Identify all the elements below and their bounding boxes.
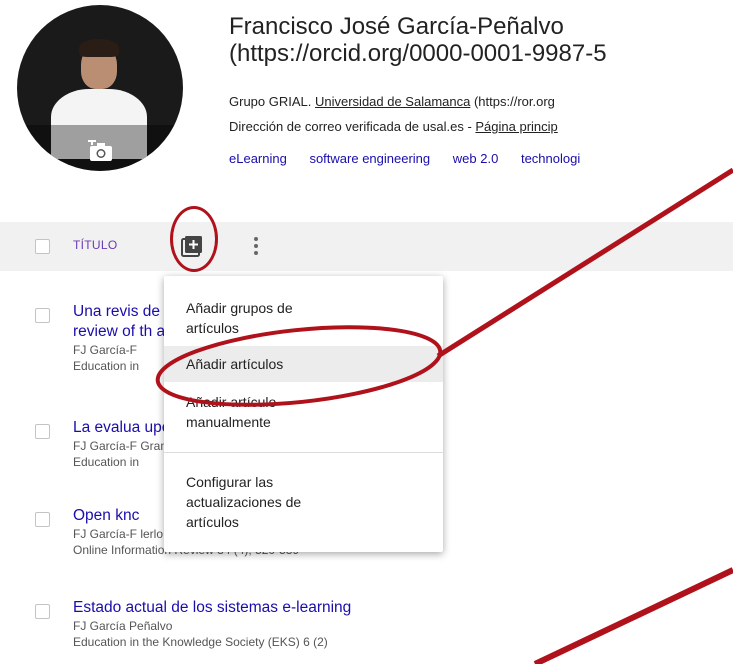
profile-name: Francisco José García-Peñalvo (https://o… xyxy=(229,13,607,67)
profile-name-line1: Francisco José García-Peñalvo xyxy=(229,13,564,40)
article-venue-4: Education in the Knowledge Society (EKS)… xyxy=(73,635,328,649)
menu-item-configure-updates-line3: artículos xyxy=(186,514,239,530)
menu-item-configure-updates-line1: Configurar las xyxy=(186,474,274,490)
homepage-link[interactable]: Página princip xyxy=(475,119,557,134)
annotation-circle-add-button xyxy=(170,206,218,272)
menu-item-add-articles-label: Añadir artículos xyxy=(186,356,284,372)
profile-orcid: (https://orcid.org/0000-0001-9987-5 xyxy=(229,40,607,67)
email-prefix: Dirección de correo verificada de usal.e… xyxy=(229,119,476,134)
menu-item-add-article-groups-line2: artículos xyxy=(186,320,239,336)
menu-item-add-article-manually-line2: manualmente xyxy=(186,414,271,430)
profile-affiliation: Grupo GRIAL. Universidad de Salamanca (h… xyxy=(229,94,555,109)
tag-software-engineering[interactable]: software engineering xyxy=(309,151,430,166)
column-title-header[interactable]: TÍTULO xyxy=(73,238,117,252)
menu-item-add-article-manually-line1: Añadir artículo xyxy=(186,394,277,410)
menu-item-configure-updates[interactable]: Configurar las actualizaciones de artícu… xyxy=(164,472,443,532)
menu-item-add-article-manually[interactable]: Añadir artículo manualmente xyxy=(164,392,443,432)
affiliation-suffix: (https://ror.org xyxy=(470,94,555,109)
menu-separator xyxy=(164,452,443,453)
menu-item-add-articles[interactable]: Añadir artículos xyxy=(164,346,443,382)
profile-email: Dirección de correo verificada de usal.e… xyxy=(229,119,558,134)
article-checkbox-4[interactable] xyxy=(35,604,50,619)
tag-elearning[interactable]: eLearning xyxy=(229,151,287,166)
article-row-4: Estado actual de los sistemas e-learning… xyxy=(73,598,733,650)
profile-tags: eLearning software engineering web 2.0 t… xyxy=(229,151,599,166)
article-checkbox-3[interactable] xyxy=(35,512,50,527)
menu-item-configure-updates-line2: actualizaciones de xyxy=(186,494,302,510)
menu-item-add-article-groups[interactable]: Añadir grupos de artículos xyxy=(164,298,443,338)
tag-web-2[interactable]: web 2.0 xyxy=(453,151,499,166)
add-articles-menu: Añadir grupos de artículos Añadir artícu… xyxy=(164,276,443,552)
article-checkbox-2[interactable] xyxy=(35,424,50,439)
tag-technologies[interactable]: technologi xyxy=(521,151,580,166)
select-all-checkbox[interactable] xyxy=(35,239,50,254)
article-title-4[interactable]: Estado actual de los sistemas e-learning xyxy=(73,598,733,618)
article-authors-4: FJ García Peñalvo xyxy=(73,619,173,633)
affiliation-link[interactable]: Universidad de Salamanca xyxy=(315,94,470,109)
article-checkbox-1[interactable] xyxy=(35,308,50,323)
affiliation-prefix: Grupo GRIAL. xyxy=(229,94,315,109)
menu-item-add-article-groups-line1: Añadir grupos de xyxy=(186,300,293,316)
add-photo-icon[interactable] xyxy=(88,140,114,162)
avatar-photo-hair xyxy=(79,39,119,57)
profile-avatar[interactable] xyxy=(17,5,183,171)
more-vert-icon[interactable] xyxy=(251,234,261,258)
